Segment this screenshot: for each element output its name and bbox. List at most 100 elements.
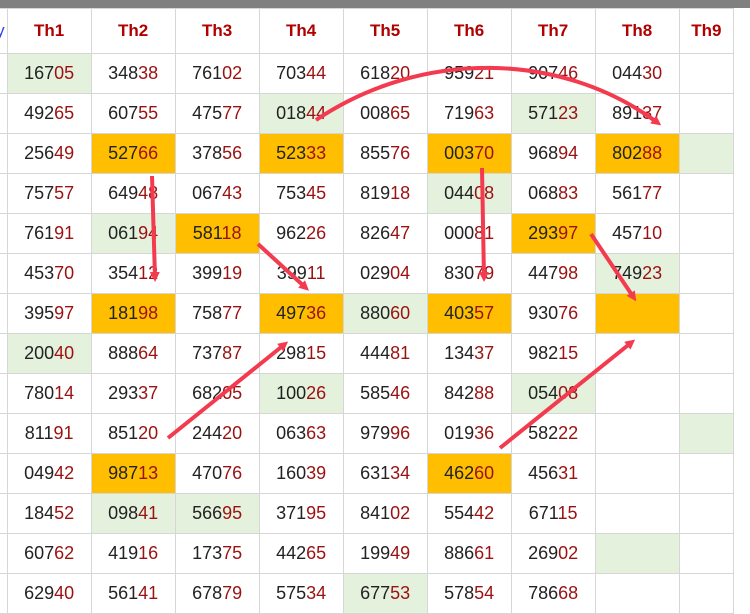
number-tail: 36 [306,303,327,323]
number-tail: 70 [474,143,495,163]
header-th8[interactable]: Th8 [594,8,680,54]
row-stub-cell [0,213,8,254]
number-head: 786 [528,583,559,603]
number-cell: 00865 [342,93,428,134]
number-tail: 46 [390,383,411,403]
header-th4[interactable]: Th4 [258,8,344,54]
number-tail: 52 [54,503,75,523]
number-head: 842 [444,383,475,403]
number-head: 554 [444,503,475,523]
number-cell: 56141 [90,573,176,614]
number-cell: 67879 [174,573,260,614]
number-cell [678,93,735,134]
number-head: 987 [108,463,139,483]
number-tail: 02 [222,63,243,83]
number-cell: 06194 [90,213,176,254]
number-head: 462 [444,463,475,483]
header-th7[interactable]: Th7 [510,8,596,54]
number-tail: 38 [138,63,159,83]
number-cell: 96894 [510,133,596,174]
number-tail: 76 [390,143,411,163]
number-cell: 70344 [258,53,344,94]
header-th5[interactable]: Th5 [342,8,428,54]
number-cell [678,453,735,494]
number-tail: 49 [54,143,75,163]
number-head: 456 [528,463,559,483]
number-cell: 41916 [90,533,176,574]
number-tail: 46 [558,63,579,83]
table-row: 16705 34838 76102 70344 61820 95921 90746 04430 [0,53,735,94]
number-cell [678,373,735,414]
number-head: 631 [360,463,391,483]
number-cell: 71963 [426,93,512,134]
number-cell [678,573,735,614]
number-tail: 23 [642,263,663,283]
number-tail: 26 [306,223,327,243]
number-head: 982 [528,343,559,363]
number-cell: 05408 [510,373,596,414]
number-head: 851 [108,423,139,443]
number-head: 167 [24,63,55,83]
number-tail: 61 [474,543,495,563]
header-th9[interactable]: Th9 [678,8,735,54]
number-head: 629 [24,583,55,603]
number-cell [594,293,680,334]
number-head: 200 [24,343,55,363]
number-head: 442 [276,543,307,563]
header-th6[interactable]: Th6 [426,8,512,54]
number-tail: 95 [222,503,243,523]
number-cell: 04430 [594,53,680,94]
number-tail: 41 [138,503,159,523]
number-cell: 90746 [510,53,596,94]
number-tail: 40 [54,343,75,363]
number-cell: 89137 [594,93,680,134]
number-tail: 21 [474,63,495,83]
number-tail: 34 [306,583,327,603]
header-th2[interactable]: Th2 [90,8,176,54]
number-cell: 74923 [594,253,680,294]
header-th1[interactable]: Th1 [6,8,92,54]
number-cell: 52333 [258,133,344,174]
number-cell: 88864 [90,333,176,374]
number-cell: 78668 [510,573,596,614]
number-cell: 62940 [6,573,92,614]
number-head: 962 [276,223,307,243]
number-cell [678,173,735,214]
number-head: 758 [192,303,223,323]
number-head: 780 [24,383,55,403]
number-head: 100 [276,383,307,403]
number-tail: 20 [390,63,411,83]
number-head: 841 [360,503,391,523]
number-head: 354 [108,263,139,283]
number-tail: 65 [54,103,75,123]
number-cell [678,213,735,254]
table-row: 75757 64948 06743 75345 81918 04408 06883 56177 [0,173,735,214]
number-head: 581 [192,223,222,243]
number-tail: 23 [558,103,579,123]
number-cell: 85120 [90,413,176,454]
number-cell: 45710 [594,213,680,254]
number-cell: 24420 [174,413,260,454]
number-cell: 34838 [90,53,176,94]
row-stub-cell [0,53,8,94]
number-cell: 47577 [174,93,260,134]
number-head: 457 [612,223,643,243]
table-row: 25649 52766 37856 52333 85576 00370 96894 80288 [0,133,735,174]
number-head: 561 [108,583,139,603]
number-tail: 94 [138,223,159,243]
number-head: 134 [444,343,475,363]
number-cell: 49736 [258,293,344,334]
number-cell: 17375 [174,533,260,574]
number-tail: 54 [474,583,495,603]
header-th3[interactable]: Th3 [174,8,260,54]
number-cell: 82647 [342,213,428,254]
number-head: 737 [192,343,223,363]
number-cell: 83079 [426,253,512,294]
number-cell: 45631 [510,453,596,494]
number-head: 749 [612,263,643,283]
number-tail: 60 [474,463,495,483]
number-cell: 00081 [426,213,512,254]
number-head: 269 [528,543,559,563]
number-cell [594,333,680,374]
number-head: 671 [528,503,558,523]
